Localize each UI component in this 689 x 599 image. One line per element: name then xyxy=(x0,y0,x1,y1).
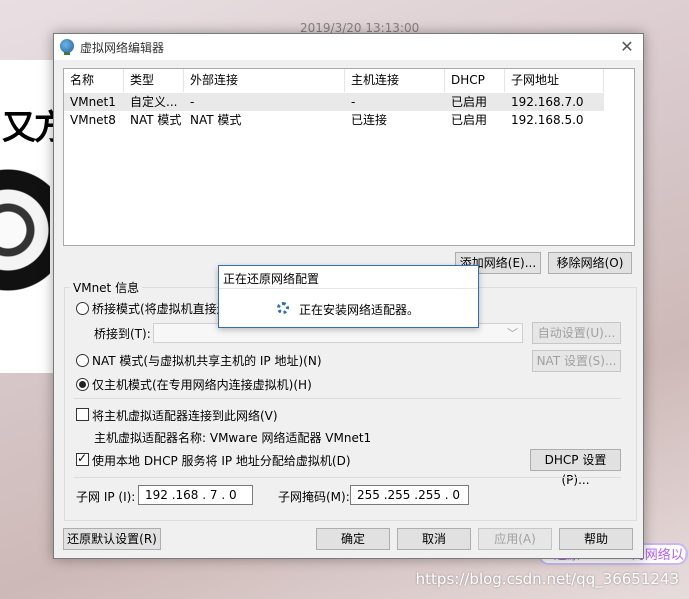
host-only-mode-radio[interactable] xyxy=(76,378,89,391)
watermark: https://blog.csdn.net/qq_36651243 xyxy=(415,570,679,588)
cancel-button[interactable]: 取消 xyxy=(397,528,471,550)
divider xyxy=(74,398,621,399)
list-header: 名称 类型 外部连接 主机连接 DHCP 子网地址 xyxy=(64,69,634,92)
cell-dhcp: 已启用 xyxy=(451,113,488,127)
help-button[interactable]: 帮助 xyxy=(559,528,633,550)
use-local-dhcp-label: 使用本地 DHCP 服务将 IP 地址分配给虚拟机(D) xyxy=(92,454,351,468)
close-icon[interactable]: ✕ xyxy=(617,37,637,57)
dhcp-settings-button[interactable]: DHCP 设置(P)... xyxy=(530,449,621,487)
auto-settings-button[interactable]: 自动设置(U)... xyxy=(532,322,621,344)
column-header-type[interactable]: 类型 xyxy=(124,69,184,92)
bridged-mode-radio[interactable] xyxy=(76,302,89,315)
cell-name: VMnet1 xyxy=(70,95,116,109)
network-list[interactable]: 名称 类型 外部连接 主机连接 DHCP 子网地址 VMnet1 自定义... … xyxy=(63,68,635,246)
connect-host-adapter-checkbox[interactable] xyxy=(76,408,89,421)
cell-external: - xyxy=(190,95,195,109)
background-sticker-image: 又方 xyxy=(0,60,53,373)
remove-network-button[interactable]: 移除网络(O) xyxy=(548,252,632,274)
bridged-mode-label: 桥接模式(将虚拟机直接连 xyxy=(92,302,229,316)
column-header-name[interactable]: 名称 xyxy=(64,69,124,92)
chevron-down-icon: ﹀ xyxy=(507,327,518,340)
cell-host: - xyxy=(351,95,356,109)
host-only-mode-label: 仅主机模式(在专用网络内连接虚拟机)(H) xyxy=(92,378,312,392)
nat-settings-button[interactable]: NAT 设置(S)... xyxy=(532,350,621,372)
divider xyxy=(219,288,478,289)
table-row-vmnet1[interactable]: VMnet1 自定义... - - 已启用 192.168.7.0 xyxy=(64,93,604,111)
subnet-mask-label: 子网掩码(M): xyxy=(278,490,350,504)
vmnet-info-label: VMnet 信息 xyxy=(70,279,143,296)
column-header-dhcp[interactable]: DHCP xyxy=(445,69,505,92)
dialog-message: 正在安装网络适配器。 xyxy=(299,303,420,317)
sticker-text: 又方 xyxy=(2,108,53,148)
subnet-mask-field[interactable]: 255 .255 .255 . 0 xyxy=(350,485,469,505)
cell-type: NAT 模式 xyxy=(130,113,182,127)
cell-host: 已连接 xyxy=(351,113,388,127)
sticker-face xyxy=(0,160,50,360)
cell-dhcp: 已启用 xyxy=(451,95,488,109)
loading-spinner-icon xyxy=(277,302,289,314)
subnet-ip-field[interactable]: 192 .168 . 7 . 0 xyxy=(138,485,253,505)
window-title: 虚拟网络编辑器 xyxy=(80,41,165,55)
column-header-host[interactable]: 主机连接 xyxy=(345,69,445,92)
apply-button[interactable]: 应用(A) xyxy=(478,528,552,550)
restoring-network-dialog: 正在还原网络配置 正在安装网络适配器。 xyxy=(218,265,479,328)
column-header-external[interactable]: 外部连接 xyxy=(184,69,345,92)
table-row-vmnet8[interactable]: VMnet8 NAT 模式 NAT 模式 已连接 已启用 192.168.5.0 xyxy=(64,111,604,129)
connect-host-adapter-label: 将主机虚拟适配器连接到此网络(V) xyxy=(92,409,278,423)
column-header-subnet[interactable]: 子网地址 xyxy=(505,69,604,92)
cell-type: 自定义... xyxy=(130,95,178,109)
network-globe-icon xyxy=(60,39,74,55)
host-adapter-name-text: 主机虚拟适配器名称: VMware 网络适配器 VMnet1 xyxy=(94,431,372,445)
cell-subnet: 192.168.5.0 xyxy=(511,113,584,127)
dialog-title: 正在还原网络配置 xyxy=(223,272,320,286)
bridged-to-label: 桥接到(T): xyxy=(94,327,151,341)
cell-subnet: 192.168.7.0 xyxy=(511,95,584,109)
restore-defaults-button[interactable]: 还原默认设置(R) xyxy=(63,528,161,550)
cell-external: NAT 模式 xyxy=(190,113,242,127)
divider xyxy=(74,477,621,478)
ok-button[interactable]: 确定 xyxy=(316,528,390,550)
title-bar: 虚拟网络编辑器 ✕ xyxy=(54,34,643,60)
nat-mode-radio[interactable] xyxy=(76,354,89,367)
cell-name: VMnet8 xyxy=(70,113,116,127)
nat-mode-label: NAT 模式(与虚拟机共享主机的 IP 地址)(N) xyxy=(92,354,322,368)
use-local-dhcp-checkbox[interactable] xyxy=(76,451,89,466)
subnet-ip-label: 子网 IP (I): xyxy=(76,490,136,504)
